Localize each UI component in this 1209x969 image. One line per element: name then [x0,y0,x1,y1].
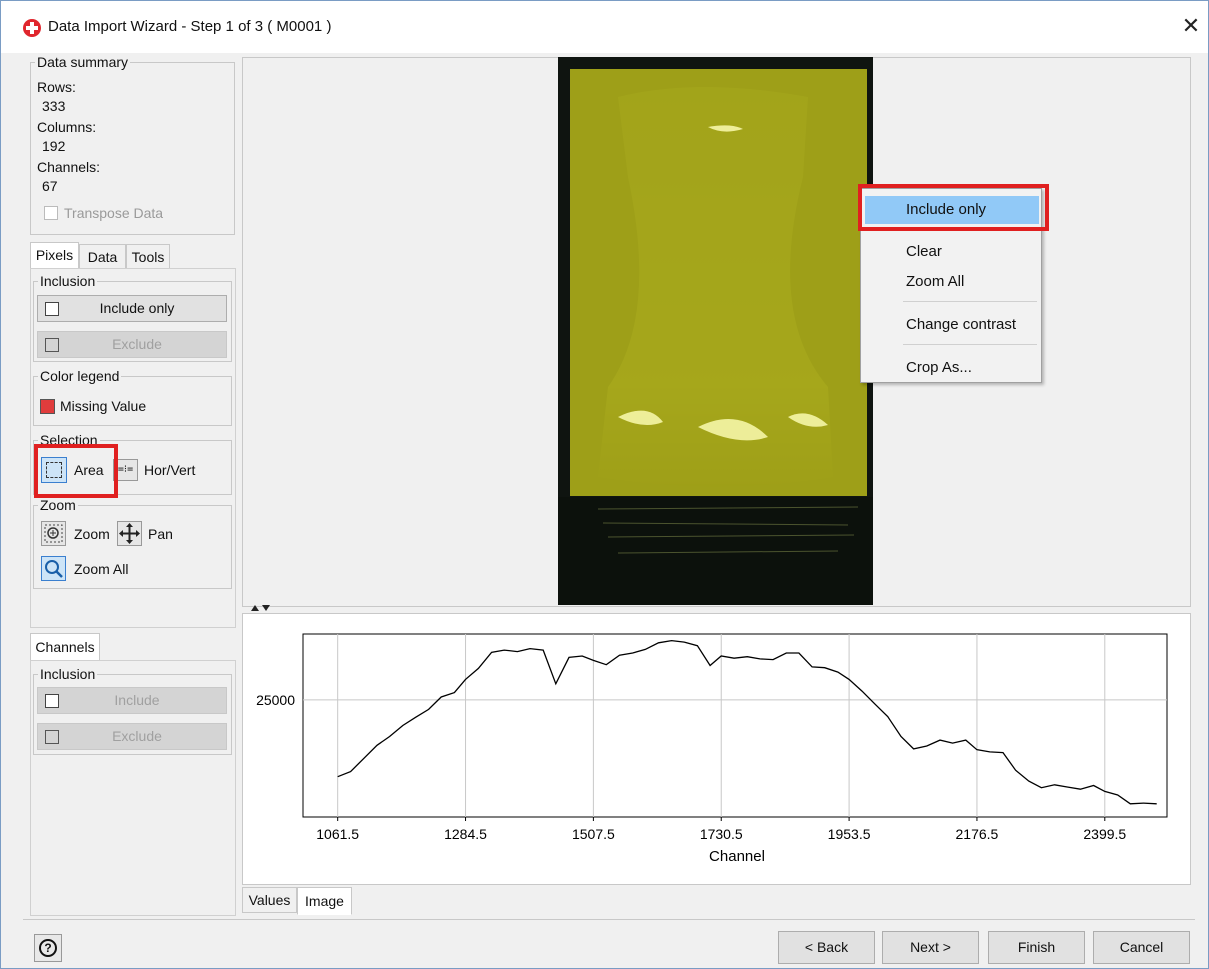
zoom-all-label: Zoom All [74,561,129,577]
area-select-icon [46,462,62,478]
exclude-label: Exclude [112,336,162,352]
x-tick-label: 1953.5 [828,826,871,842]
channel-inclusion-legend: Inclusion [40,666,96,682]
pixel-inclusion-legend: Inclusion [40,273,96,289]
app-logo-icon [23,19,41,37]
pan-label: Pan [148,526,173,542]
x-tick-label: 1284.5 [444,826,487,842]
tab-tools[interactable]: Tools [126,244,170,269]
columns-value: 192 [42,138,66,154]
pan-arrows-icon [119,523,140,544]
tab-image[interactable]: Image [297,887,352,915]
data-summary-legend: Data summary [37,54,129,70]
zoom-label: Zoom [74,526,110,542]
y-tick-label: 25000 [256,692,295,708]
tab-channels[interactable]: Channels [30,633,100,661]
wizard-window: Data Import Wizard - Step 1 of 3 ( M0001… [0,0,1209,969]
channel-include-checkbox[interactable] [45,694,59,708]
columns-label: Columns: [37,119,97,135]
missing-value-label: Missing Value [60,398,147,414]
pan-button[interactable] [117,521,142,546]
menu-separator [903,301,1037,302]
menu-crop-as[interactable]: Crop As... [865,354,1039,382]
x-tick-label: 1730.5 [700,826,743,842]
menu-separator [903,344,1037,345]
exclude-checkbox[interactable] [45,338,59,352]
zoom-button[interactable] [41,521,66,546]
include-only-button[interactable]: Include only [37,295,227,322]
zoom-all-button[interactable] [41,556,66,581]
plot-area [302,633,1168,818]
back-button[interactable]: < Back [778,931,875,964]
x-tick-label: 1507.5 [572,826,615,842]
rows-value: 333 [42,98,66,114]
window-title: Data Import Wizard - Step 1 of 3 ( M0001… [48,18,332,35]
rows-label: Rows: [37,79,76,95]
horvert-label: Hor/Vert [144,462,196,478]
x-axis-label: Channel [709,848,765,865]
channels-value: 67 [42,178,58,194]
magnifier-icon [45,560,63,578]
missing-value-swatch [40,399,55,414]
horvert-icon: =⁝= [117,464,134,475]
tab-data[interactable]: Data [79,244,126,269]
context-menu: Include only Clear Zoom All Change contr… [860,188,1042,383]
selection-legend: Selection [40,432,98,448]
include-only-label: Include only [99,300,175,316]
channel-include-label: Include [114,692,160,708]
transpose-checkbox[interactable] [44,206,58,220]
include-only-checkbox[interactable] [45,302,59,316]
title-bar: Data Import Wizard - Step 1 of 3 ( M0001… [1,1,1208,53]
color-legend-legend: Color legend [40,368,120,384]
zoom-legend: Zoom [40,497,76,513]
transpose-label: Transpose Data [64,205,164,221]
channels-label: Channels: [37,159,101,175]
exclude-button[interactable]: Exclude [37,331,227,358]
channel-exclude-button[interactable]: Exclude [37,723,227,750]
menu-change-contrast[interactable]: Change contrast [865,311,1039,339]
channel-exclude-label: Exclude [112,728,162,744]
menu-clear[interactable]: Clear [865,238,1039,266]
x-tick-label: 2399.5 [1083,826,1126,842]
tab-pixels[interactable]: Pixels [30,242,79,269]
close-icon[interactable]: ✕ [1179,13,1203,39]
hyperspectral-image[interactable] [558,57,873,605]
splitter-arrows-icon[interactable] [249,603,273,613]
area-label: Area [74,462,104,478]
tab-values[interactable]: Values [242,887,297,913]
color-legend-group: Color legend [33,368,232,426]
x-tick-label: 2176.5 [956,826,999,842]
area-select-button[interactable] [41,457,67,483]
finish-button[interactable]: Finish [988,931,1085,964]
footer-divider [23,919,1195,920]
menu-zoom-all[interactable]: Zoom All [865,268,1039,296]
next-button[interactable]: Next > [882,931,979,964]
x-tick-label: 1061.5 [316,826,359,842]
horvert-select-button[interactable]: =⁝= [113,459,138,481]
help-icon: ? [39,939,57,957]
channel-exclude-checkbox[interactable] [45,730,59,744]
zoom-box-icon [44,524,63,543]
menu-include-only[interactable]: Include only [865,196,1039,224]
channel-include-button[interactable]: Include [37,687,227,714]
spectrum-chart[interactable]: 1061.5 1284.5 1507.5 1730.5 1953.5 2176.5 2399… [242,613,1191,885]
cancel-button[interactable]: Cancel [1093,931,1190,964]
help-button[interactable]: ? [34,934,62,962]
